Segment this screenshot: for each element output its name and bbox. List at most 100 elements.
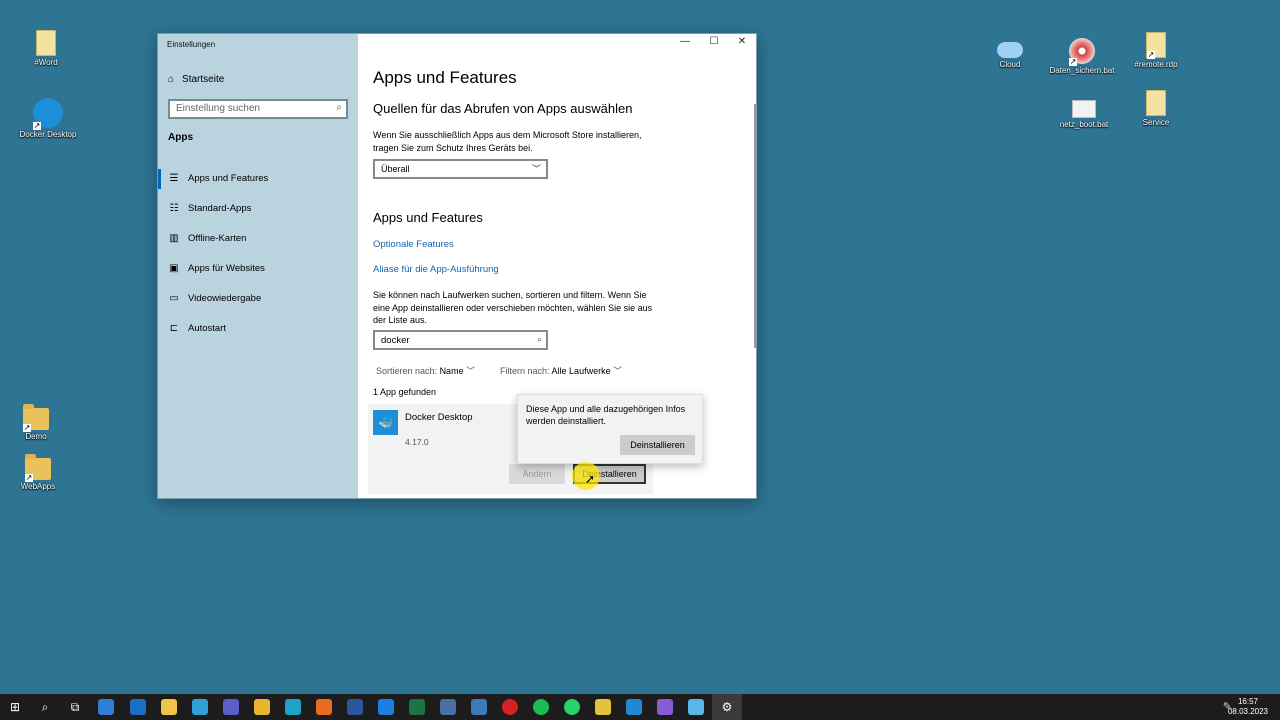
desktop-icon-webapps[interactable]: WebApps xyxy=(0,452,76,492)
app-version: 4.17.0 xyxy=(405,437,429,447)
desktop-icon-label: Demo xyxy=(25,432,47,441)
document-icon xyxy=(1146,90,1166,116)
mouse-cursor-icon: ➚ xyxy=(585,472,596,486)
whatsapp-icon[interactable] xyxy=(564,699,580,715)
optional-features-link[interactable]: Optionale Features xyxy=(373,239,454,250)
rdp-icon[interactable] xyxy=(440,699,456,715)
clock-time: 16:57 xyxy=(1237,697,1258,706)
desktop-icon-daten-sichern[interactable]: Daten_sichern.bat xyxy=(1044,38,1120,76)
search-icon: ⌕ xyxy=(536,334,542,344)
cd-icon xyxy=(1069,38,1095,66)
sidebar-item-startup[interactable]: ⊏ Autostart xyxy=(158,314,358,344)
maximize-button[interactable]: ☐ xyxy=(700,36,728,47)
desktop-icon-label: Cloud xyxy=(999,60,1021,69)
sidebar-item-apps-features[interactable]: ☰ Apps und Features xyxy=(158,164,358,194)
modify-button[interactable]: Ändern xyxy=(509,464,565,484)
taskbar: ⊞ ⌕ ⧉ ⚙ ✎ 16:57 08.03.2023 xyxy=(0,694,1280,720)
widgets-icon[interactable] xyxy=(98,699,114,715)
teams-icon[interactable] xyxy=(223,699,239,715)
results-count: 1 App gefunden xyxy=(373,387,437,397)
excel-icon[interactable] xyxy=(409,699,425,715)
sidebar-item-offline-maps[interactable]: ▥ Offline-Karten xyxy=(158,224,358,254)
desktop-icon-label: Docker Desktop xyxy=(19,130,77,139)
settings-window: Einstellungen ⌂ Startseite Einstellung s… xyxy=(157,33,757,499)
docker-icon xyxy=(33,98,63,130)
minimize-button[interactable]: — xyxy=(671,36,699,47)
sidebar-item-video-playback[interactable]: ▭ Videowiedergabe xyxy=(158,284,358,314)
map-icon: ▥ xyxy=(169,233,179,244)
app-source-dropdown[interactable]: Überall ﹀ xyxy=(373,159,548,179)
search-icon[interactable]: ⌕ xyxy=(37,699,53,715)
window-title: Einstellungen xyxy=(167,40,216,49)
chrome-icon[interactable] xyxy=(254,699,270,715)
close-button[interactable]: ✕ xyxy=(728,36,756,47)
source-heading: Quellen für das Abrufen von Apps auswähl… xyxy=(373,101,633,116)
desktop-icon-word[interactable]: #Word xyxy=(8,30,84,68)
recorder-icon[interactable] xyxy=(502,699,518,715)
folder-icon xyxy=(25,454,51,482)
notes-icon[interactable] xyxy=(595,699,611,715)
sort-dropdown[interactable]: Sortieren nach: Name ﹀ xyxy=(376,364,475,377)
settings-content: — ☐ ✕ Apps und Features Quellen für das … xyxy=(358,34,756,498)
list-icon: ☰ xyxy=(169,173,179,184)
app-source-value: Überall xyxy=(381,164,410,174)
confirm-uninstall-button[interactable]: Deinstallieren xyxy=(620,435,695,455)
sidebar-item-label: Autostart xyxy=(188,323,227,334)
settings-icon[interactable]: ⚙ xyxy=(719,699,735,715)
azure-icon[interactable] xyxy=(688,699,704,715)
desktop-icon-label: #remote.rdp xyxy=(1134,60,1178,69)
search-description: Sie können nach Laufwerken suchen, sorti… xyxy=(373,290,653,325)
content-scrollbar[interactable] xyxy=(754,104,756,348)
docker-icon: 🐳 xyxy=(373,410,398,435)
web-apps-icon: ▣ xyxy=(169,263,179,274)
gears-icon xyxy=(1072,100,1096,118)
desktop-icon-label: WebApps xyxy=(20,482,56,491)
sidebar-home[interactable]: ⌂ Startseite xyxy=(168,74,224,85)
page-title: Apps und Features xyxy=(373,68,517,87)
desktop-icon-service[interactable]: Service xyxy=(1118,90,1194,128)
desktop-icon-label: Daten_sichern.bat xyxy=(1049,66,1115,75)
desktop-icon-cloud[interactable]: Cloud xyxy=(972,34,1048,70)
video-icon: ▭ xyxy=(169,293,179,304)
section-heading: Apps und Features xyxy=(373,210,483,225)
sort-value: Name xyxy=(439,366,464,376)
settings-search-placeholder: Einstellung suchen xyxy=(176,103,260,114)
app-search-value: docker xyxy=(381,335,410,346)
sort-label: Sortieren nach: xyxy=(376,366,438,376)
default-apps-icon: ☷ xyxy=(169,203,179,214)
clock-date: 08.03.2023 xyxy=(1227,707,1268,716)
task-view-icon[interactable]: ⧉ xyxy=(67,699,83,715)
outlook-icon[interactable] xyxy=(130,699,146,715)
teamviewer-icon[interactable] xyxy=(378,699,394,715)
document-icon xyxy=(36,30,56,56)
desktop-icon-demo[interactable]: Demo xyxy=(0,402,74,442)
start-icon[interactable]: ⊞ xyxy=(7,699,23,715)
remote-icon[interactable] xyxy=(192,699,208,715)
filter-dropdown[interactable]: Filtern nach: Alle Laufwerke ﹀ xyxy=(500,364,622,377)
filter-label: Filtern nach: xyxy=(500,366,550,376)
visual-studio-icon[interactable] xyxy=(657,699,673,715)
vscode-icon[interactable] xyxy=(626,699,642,715)
sidebar-item-label: Apps und Features xyxy=(188,173,269,184)
startup-icon: ⊏ xyxy=(169,323,179,334)
spotify-icon[interactable] xyxy=(533,699,549,715)
word-icon[interactable] xyxy=(347,699,363,715)
sidebar-item-default-apps[interactable]: ☷ Standard-Apps xyxy=(158,194,358,224)
sidebar-item-label: Videowiedergabe xyxy=(188,293,262,304)
chevron-down-icon: ﹀ xyxy=(531,164,541,174)
app-search-input[interactable]: docker ⌕ xyxy=(373,330,548,350)
edge-icon[interactable] xyxy=(285,699,301,715)
sidebar-category-heading: Apps xyxy=(168,132,193,143)
folder-icon xyxy=(23,404,49,432)
settings-search-input[interactable]: Einstellung suchen ⌕ xyxy=(168,99,348,119)
desktop-icon-docker[interactable]: Docker Desktop xyxy=(10,98,86,140)
desktop-icon-netz-boot[interactable]: netz_boot.bat xyxy=(1046,92,1122,130)
firefox-icon[interactable] xyxy=(316,699,332,715)
app-alias-link[interactable]: Aliase für die App-Ausführung xyxy=(373,264,499,275)
chevron-down-icon: ﹀ xyxy=(466,366,476,376)
pen-icon[interactable] xyxy=(471,699,487,715)
explorer-icon[interactable] xyxy=(161,699,177,715)
sidebar-item-apps-websites[interactable]: ▣ Apps für Websites xyxy=(158,254,358,284)
desktop-icon-remote-rdp[interactable]: #remote.rdp xyxy=(1118,32,1194,70)
clock[interactable]: 16:57 08.03.2023 xyxy=(1228,697,1268,717)
